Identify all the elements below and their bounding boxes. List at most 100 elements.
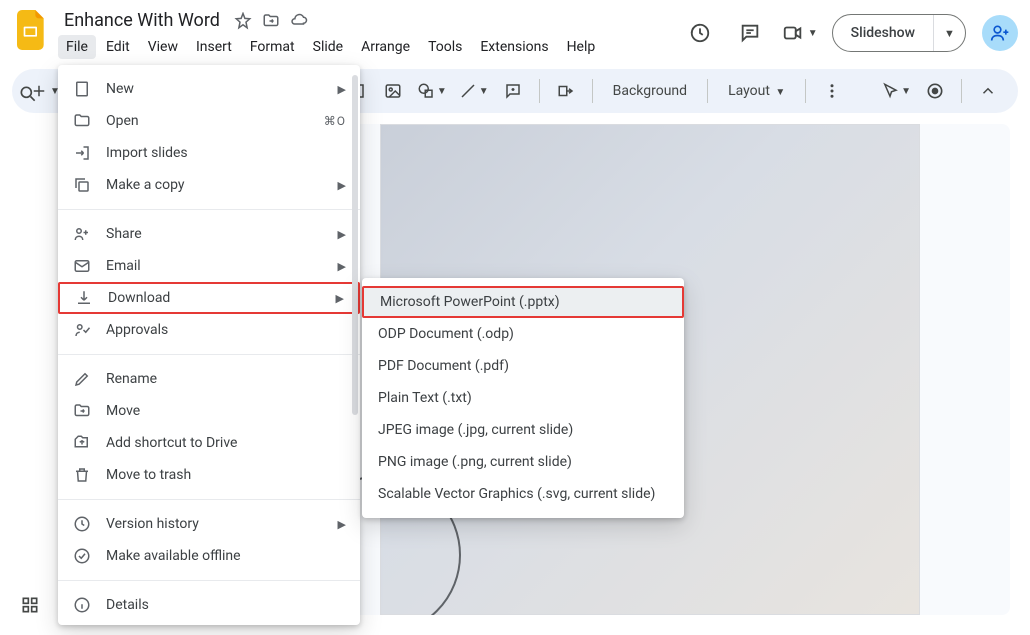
move-folder-icon[interactable]	[262, 12, 280, 30]
download-submenu: Microsoft PowerPoint (.pptx)ODP Document…	[362, 278, 684, 518]
slides-app-logo[interactable]	[12, 10, 52, 50]
menu-edit[interactable]: Edit	[98, 35, 138, 59]
submenu-arrow-icon: ▶	[338, 260, 346, 273]
menubar: FileEditViewInsertFormatSlideArrangeTool…	[58, 33, 682, 65]
comment-button[interactable]	[497, 75, 529, 107]
comments-icon[interactable]	[732, 15, 768, 51]
download-option-2[interactable]: PDF Document (.pdf)	[362, 350, 684, 382]
menu-item-label: Move to trash	[106, 467, 346, 483]
info-icon	[72, 596, 92, 614]
menu-help[interactable]: Help	[559, 35, 604, 59]
download-option-6[interactable]: Scalable Vector Graphics (.svg, current …	[362, 478, 684, 510]
download-icon	[74, 289, 94, 307]
email-icon	[72, 257, 92, 275]
file-menu-move[interactable]: Move	[58, 395, 360, 427]
grid-view-icon[interactable]	[14, 589, 46, 621]
copy-icon	[72, 176, 92, 194]
import-icon	[72, 144, 92, 162]
menu-file[interactable]: File	[58, 35, 96, 59]
line-button[interactable]: ▼	[455, 75, 493, 107]
open-icon	[72, 112, 92, 130]
approvals-icon	[72, 321, 92, 339]
motion-rec-icon[interactable]	[919, 75, 951, 107]
present-meet-button[interactable]: ▼	[782, 22, 818, 44]
file-menu-move-to-trash[interactable]: Move to trash	[58, 459, 360, 491]
menu-divider	[58, 580, 360, 581]
menu-item-label: Rename	[106, 371, 346, 387]
menu-tools[interactable]: Tools	[420, 35, 470, 59]
menu-arrange[interactable]: Arrange	[353, 35, 418, 59]
star-icon[interactable]	[234, 12, 252, 30]
submenu-arrow-icon: ▶	[338, 179, 346, 192]
menu-slide[interactable]: Slide	[305, 35, 351, 59]
menu-extensions[interactable]: Extensions	[472, 35, 556, 59]
file-menu-approvals[interactable]: Approvals	[58, 314, 360, 346]
offline-icon	[72, 547, 92, 565]
menu-item-label: Make a copy	[106, 177, 324, 193]
menu-insert[interactable]: Insert	[188, 35, 240, 59]
submenu-arrow-icon: ▶	[338, 228, 346, 241]
menu-item-label: Add shortcut to Drive	[106, 435, 346, 451]
download-option-3[interactable]: Plain Text (.txt)	[362, 382, 684, 414]
transition-button[interactable]	[550, 75, 582, 107]
download-option-0[interactable]: Microsoft PowerPoint (.pptx)	[362, 286, 684, 318]
menu-divider	[58, 499, 360, 500]
download-option-5[interactable]: PNG image (.png, current slide)	[362, 446, 684, 478]
download-option-4[interactable]: JPEG image (.jpg, current slide)	[362, 414, 684, 446]
cloud-status-icon[interactable]	[290, 12, 308, 30]
menu-item-label: Details	[106, 597, 346, 613]
last-edit-icon[interactable]	[682, 15, 718, 51]
share-icon	[72, 225, 92, 243]
more-options-icon[interactable]	[816, 75, 848, 107]
search-menus-icon[interactable]	[12, 78, 44, 110]
history-icon	[72, 515, 92, 533]
menu-divider	[58, 354, 360, 355]
shortcut-icon	[72, 434, 92, 452]
file-menu-rename[interactable]: Rename	[58, 363, 360, 395]
slideshow-dropdown-caret[interactable]: ▼	[933, 15, 965, 51]
file-menu-make-available-offline[interactable]: Make available offline	[58, 540, 360, 572]
download-option-1[interactable]: ODP Document (.odp)	[362, 318, 684, 350]
shape-button[interactable]: ▼	[413, 75, 451, 107]
menu-item-label: Share	[106, 226, 324, 242]
document-title[interactable]: Enhance With Word	[60, 8, 224, 33]
background-button[interactable]: Background	[603, 83, 697, 99]
menu-item-label: Import slides	[106, 145, 346, 161]
menu-item-label: Move	[106, 403, 346, 419]
menu-item-label: Make available offline	[106, 548, 346, 564]
file-menu-version-history[interactable]: Version history ▶	[58, 508, 360, 540]
collapse-toolbar-icon[interactable]	[972, 75, 1004, 107]
submenu-arrow-icon: ▶	[336, 292, 344, 305]
menu-item-label: Open	[106, 113, 310, 129]
file-menu-make-a-copy[interactable]: Make a copy ▶	[58, 169, 360, 201]
submenu-arrow-icon: ▶	[338, 518, 346, 531]
menu-view[interactable]: View	[140, 35, 186, 59]
insert-image-button[interactable]	[377, 75, 409, 107]
file-menu-email[interactable]: Email ▶	[58, 250, 360, 282]
move-icon	[72, 402, 92, 420]
file-menu-new[interactable]: New ▶	[58, 73, 360, 105]
scrollbar-thumb[interactable]	[352, 75, 358, 415]
layout-button[interactable]: Layout ▼	[718, 83, 795, 99]
file-menu-add-shortcut-to-drive[interactable]: Add shortcut to Drive	[58, 427, 360, 459]
submenu-arrow-icon: ▶	[338, 83, 346, 96]
pointer-tool-button[interactable]: ▼	[877, 75, 915, 107]
menu-item-label: Approvals	[106, 322, 346, 338]
menu-item-label: Email	[106, 258, 324, 274]
file-menu-share[interactable]: Share ▶	[58, 218, 360, 250]
file-menu-details[interactable]: Details	[58, 589, 360, 621]
menu-item-label: New	[106, 81, 324, 97]
menu-item-label: Version history	[106, 516, 324, 532]
menu-divider	[58, 209, 360, 210]
menu-format[interactable]: Format	[242, 35, 303, 59]
keyboard-shortcut: ⌘O	[324, 114, 346, 128]
new-icon	[72, 80, 92, 98]
slideshow-button[interactable]: Slideshow	[833, 15, 933, 51]
file-menu-import-slides[interactable]: Import slides	[58, 137, 360, 169]
file-menu-open[interactable]: Open ⌘O	[58, 105, 360, 137]
menu-item-label: Download	[108, 290, 322, 306]
rename-icon	[72, 370, 92, 388]
share-button[interactable]	[982, 15, 1018, 51]
trash-icon	[72, 466, 92, 484]
file-menu-download[interactable]: Download ▶	[58, 282, 360, 314]
